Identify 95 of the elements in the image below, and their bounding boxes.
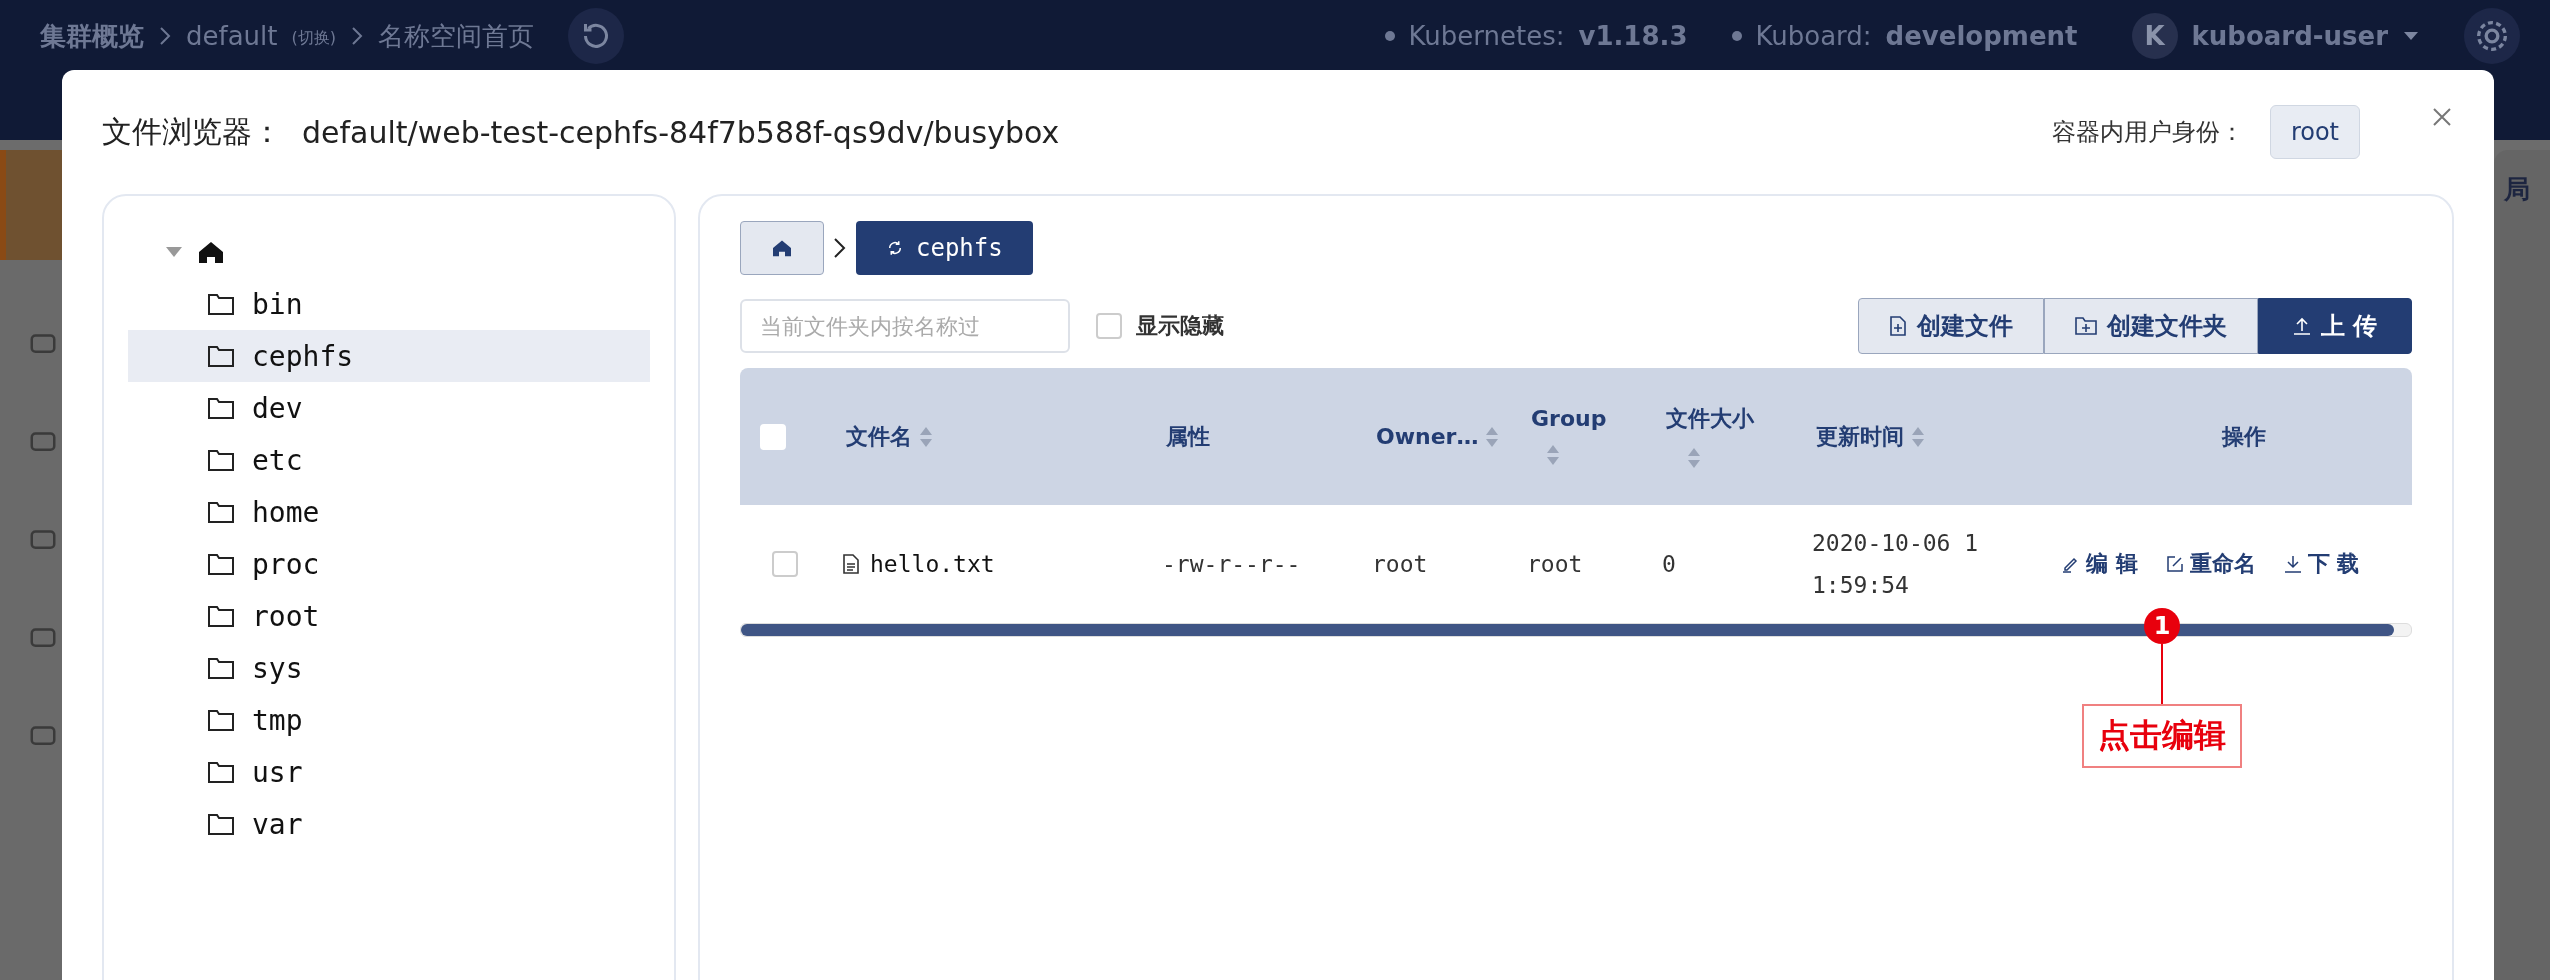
folder-icon — [208, 813, 234, 835]
folder-tree-item[interactable]: dev — [128, 382, 650, 434]
folder-icon — [208, 449, 234, 471]
rename-link[interactable]: 重命名 — [2165, 549, 2256, 579]
download-link[interactable]: 下 载 — [2283, 549, 2360, 579]
new-file-button[interactable]: 创建文件 — [1857, 298, 2044, 354]
settings-icon[interactable] — [2464, 8, 2520, 64]
folder-tree-item[interactable]: bin — [128, 278, 650, 330]
download-icon — [2283, 555, 2302, 573]
upload-button[interactable]: 上 传 — [2257, 298, 2412, 354]
status-dot — [1384, 31, 1395, 41]
folder-tree-item[interactable]: cephfs — [128, 330, 650, 382]
version-value: v1.18.3 — [1578, 20, 1688, 53]
folder-tree-item[interactable]: tmp — [128, 694, 650, 746]
sort-icon[interactable] — [1545, 443, 1561, 467]
select-all-checkbox[interactable] — [760, 423, 786, 450]
checkbox[interactable] — [1096, 313, 1122, 339]
namespace-link[interactable]: default — [186, 16, 278, 56]
folder-tree-item[interactable]: etc — [128, 434, 650, 486]
folder-name: tmp — [252, 703, 303, 737]
version-label: Kuboard: — [1755, 20, 1872, 53]
table-cell: root — [1527, 551, 1583, 577]
current-folder-button[interactable]: cephfs — [856, 221, 1033, 275]
folder-tree-item[interactable]: usr — [128, 746, 650, 798]
column-header: 属性 — [1166, 422, 1210, 451]
panel-text: 局 — [2504, 173, 2531, 206]
folder-name: var — [252, 807, 303, 841]
checkbox-label: 显示隐藏 — [1136, 312, 1224, 340]
folder-plus-icon — [2074, 317, 2097, 335]
file-icon — [842, 554, 860, 574]
folder-icon — [208, 397, 234, 419]
folder-icon — [208, 553, 234, 575]
folder-icon — [208, 293, 234, 315]
column-header[interactable]: 更新时间 — [1816, 421, 1904, 452]
folder-tree-item[interactable]: root — [128, 590, 650, 642]
caret-icon — [2402, 30, 2420, 42]
folder-icon — [208, 709, 234, 731]
folder-name: bin — [252, 287, 303, 321]
folder-name: root — [252, 599, 320, 633]
table-cell: 0 — [1662, 551, 1676, 577]
folder-icon — [208, 657, 234, 679]
folder-name: usr — [252, 755, 303, 789]
upload-icon — [2292, 317, 2311, 335]
column-header[interactable]: Group — [1531, 406, 1607, 431]
column-header: 操作 — [2222, 422, 2266, 451]
version-value: development — [1885, 20, 2078, 53]
breadcrumb-link[interactable]: 集群概览 — [40, 16, 144, 56]
leader-line — [2161, 644, 2163, 704]
column-header[interactable]: 文件名 — [846, 421, 912, 452]
user-menu[interactable]: kuboard-user — [2191, 16, 2388, 56]
pencil-icon — [2062, 555, 2080, 573]
folder-icon — [208, 605, 234, 627]
folder-name: etc — [252, 443, 303, 477]
table-cell: root — [1372, 551, 1428, 577]
folder-icon — [208, 345, 234, 367]
column-header[interactable]: 文件大小 — [1666, 403, 1754, 434]
row-checkbox[interactable] — [772, 551, 798, 577]
file-name[interactable]: hello.txt — [870, 551, 995, 577]
user-label: 容器内用户身份： — [2051, 117, 2244, 148]
user-tag[interactable]: root — [2269, 105, 2360, 159]
edit-box-icon — [2165, 555, 2184, 573]
new-folder-button[interactable]: 创建文件夹 — [2043, 298, 2258, 354]
folder-name: proc — [252, 547, 320, 581]
version-label: Kubernetes: — [1408, 20, 1565, 53]
folder-icon — [208, 501, 234, 523]
step-marker: 1 — [2144, 608, 2180, 644]
folder-name: sys — [252, 651, 303, 685]
home-icon — [772, 239, 792, 257]
table-cell-text: 2020-10-06 11:59:54 — [1812, 529, 1980, 600]
callout-label: 点击编辑 — [2082, 704, 2242, 768]
folder-tree-item[interactable]: home — [128, 486, 650, 538]
status-dot — [1731, 31, 1742, 41]
folder-tree-item[interactable]: proc — [128, 538, 650, 590]
breadcrumb-link[interactable]: 名称空间首页 — [377, 16, 534, 56]
home-icon[interactable] — [198, 240, 224, 264]
switch-link[interactable]: (切换) — [291, 16, 336, 60]
folder-icon — [208, 761, 234, 783]
chevron-icon — [349, 25, 364, 47]
home-button[interactable] — [740, 221, 824, 275]
refresh-icon — [886, 239, 904, 257]
folder-name: dev — [252, 391, 303, 425]
chevron-icon — [832, 236, 848, 260]
user-avatar[interactable]: K — [2131, 13, 2178, 59]
file-plus-icon — [1888, 316, 1907, 336]
container-path: default/web-test-cephfs-84f7b588f-qs9dv/busybox — [302, 114, 1060, 150]
folder-name: home — [252, 495, 320, 529]
folder-name: cephfs — [252, 339, 354, 373]
dialog-title: 文件浏览器： — [102, 112, 282, 151]
edit-link[interactable]: 编 辑 — [2062, 549, 2138, 579]
chevron-icon — [158, 25, 172, 47]
folder-tree-item[interactable]: sys — [128, 642, 650, 694]
column-header[interactable]: Owner… — [1376, 424, 1479, 449]
filter-field[interactable]: 当前文件夹内按名称过 — [740, 299, 1070, 353]
table-cell: -rw-r--r-- — [1162, 551, 1301, 577]
folder-tree-item[interactable]: var — [128, 798, 650, 850]
